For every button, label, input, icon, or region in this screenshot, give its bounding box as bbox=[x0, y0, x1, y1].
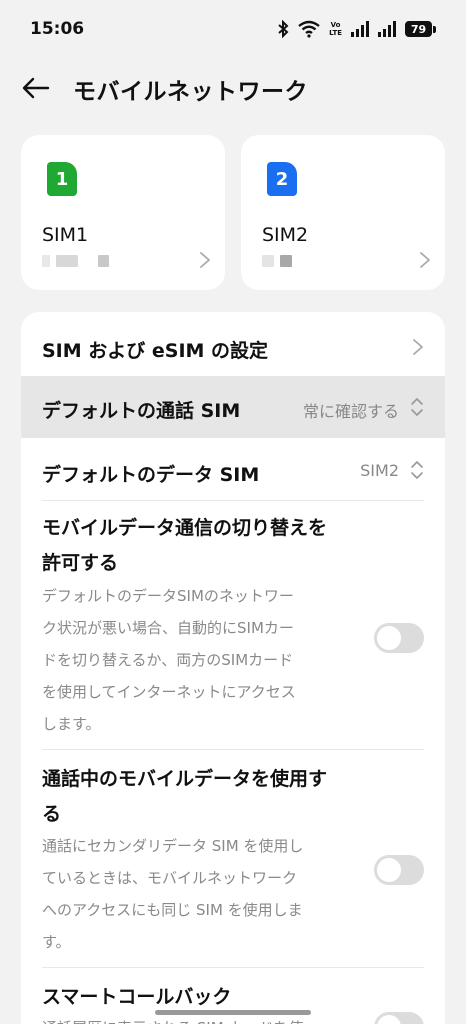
home-indicator[interactable] bbox=[155, 1010, 311, 1015]
allow-data-switch-title: モバイルデータ通信の切り替えを 許可する bbox=[42, 517, 328, 574]
wifi-icon bbox=[298, 20, 320, 38]
sim1-badge-icon: 1 bbox=[47, 162, 77, 196]
bluetooth-icon bbox=[278, 20, 289, 38]
up-down-chevron-icon bbox=[411, 461, 423, 479]
status-icons: Vo LTE 79 bbox=[277, 18, 436, 40]
chevron-right-icon bbox=[413, 339, 423, 355]
toggle-knob bbox=[377, 626, 401, 650]
data-during-call-row[interactable]: 通話中のモバイルデータを使用す る 通話にセカンダリデータ SIM を使用し て… bbox=[21, 750, 445, 967]
default-call-sim-value: 常に確認する bbox=[302, 402, 399, 421]
volte-icon: Vo LTE bbox=[329, 21, 342, 37]
data-during-call-title: 通話中のモバイルデータを使用す る bbox=[42, 768, 328, 825]
allow-data-switch-row[interactable]: モバイルデータ通信の切り替えを 許可する デフォルトのデータSIMのネットワー … bbox=[21, 501, 445, 749]
sim-esim-settings-label: SIM および eSIM の設定 bbox=[42, 340, 269, 362]
toggle-knob bbox=[377, 1015, 401, 1024]
sim1-name: SIM1 bbox=[42, 224, 89, 246]
smart-callback-toggle[interactable] bbox=[374, 1012, 424, 1024]
default-data-sim-value: SIM2 bbox=[360, 461, 399, 480]
signal-sim1-icon bbox=[351, 21, 369, 37]
up-down-chevron-icon bbox=[411, 398, 423, 416]
battery-icon: 79 bbox=[405, 21, 436, 37]
sim-esim-settings-row[interactable]: SIM および eSIM の設定 bbox=[21, 312, 445, 376]
allow-data-switch-description: デフォルトのデータSIMのネットワー ク状況が悪い場合、自動的にSIMカー ドを… bbox=[42, 587, 296, 733]
default-data-sim-label: デフォルトのデータ SIM bbox=[42, 464, 260, 486]
default-data-sim-row[interactable]: デフォルトのデータ SIM SIM2 bbox=[21, 438, 445, 500]
back-arrow-icon bbox=[22, 77, 50, 99]
sim2-number-redacted bbox=[262, 254, 292, 268]
toggle-knob bbox=[377, 858, 401, 882]
status-bar: 15:06 Vo LTE 79 bbox=[0, 0, 466, 60]
sim1-card[interactable]: 1 SIM1 bbox=[21, 135, 225, 290]
chevron-right-icon bbox=[420, 252, 430, 268]
default-call-sim-row[interactable]: デフォルトの通話 SIM 常に確認する bbox=[21, 376, 445, 438]
sim1-number-redacted bbox=[42, 254, 109, 268]
sim2-name: SIM2 bbox=[262, 224, 309, 246]
header: モバイルネットワーク bbox=[0, 64, 466, 112]
data-during-call-toggle[interactable] bbox=[374, 855, 424, 885]
smart-callback-row[interactable]: スマートコールバック 通話履歴に表示される SIM カードを使 bbox=[21, 968, 445, 1024]
data-during-call-description: 通話にセカンダリデータ SIM を使用し ているときは、モバイルネットワーク へ… bbox=[42, 837, 304, 951]
signal-sim2-icon bbox=[378, 21, 396, 37]
sim2-badge-icon: 2 bbox=[267, 162, 297, 196]
battery-level: 79 bbox=[405, 21, 432, 37]
allow-data-switch-toggle[interactable] bbox=[374, 623, 424, 653]
default-call-sim-label: デフォルトの通話 SIM bbox=[42, 400, 241, 422]
chevron-right-icon bbox=[200, 252, 210, 268]
settings-card: SIM および eSIM の設定 デフォルトの通話 SIM 常に確認する デフォ… bbox=[21, 312, 445, 1024]
sim2-card[interactable]: 2 SIM2 bbox=[241, 135, 445, 290]
page-title: モバイルネットワーク bbox=[73, 79, 308, 105]
back-button[interactable] bbox=[20, 72, 52, 104]
status-time: 15:06 bbox=[30, 19, 85, 39]
